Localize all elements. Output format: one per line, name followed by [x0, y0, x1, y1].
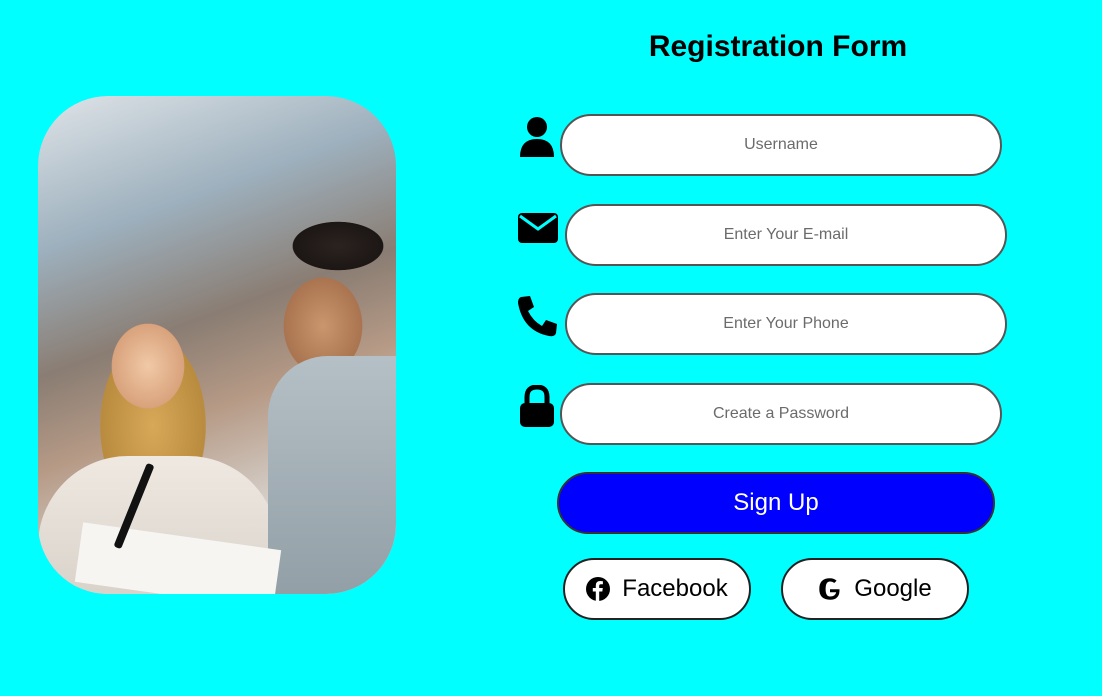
email-input[interactable]: [565, 204, 1007, 266]
facebook-button[interactable]: Facebook: [563, 558, 751, 620]
lock-icon: [517, 384, 557, 428]
students-photo: [38, 96, 396, 594]
google-icon: [818, 577, 842, 601]
phone-input[interactable]: [565, 293, 1007, 355]
google-label: Google: [854, 575, 932, 602]
sign-up-button[interactable]: Sign Up: [557, 472, 995, 534]
user-icon: [517, 115, 557, 159]
envelope-icon: [518, 206, 558, 250]
google-button[interactable]: Google: [781, 558, 969, 620]
photo-shirt-right: [268, 356, 396, 594]
facebook-icon: [586, 577, 611, 601]
form-title: Registration Form: [648, 30, 908, 63]
facebook-label: Facebook: [622, 575, 728, 602]
username-input[interactable]: [560, 114, 1002, 176]
password-input[interactable]: [560, 383, 1002, 445]
phone-icon: [517, 294, 557, 338]
